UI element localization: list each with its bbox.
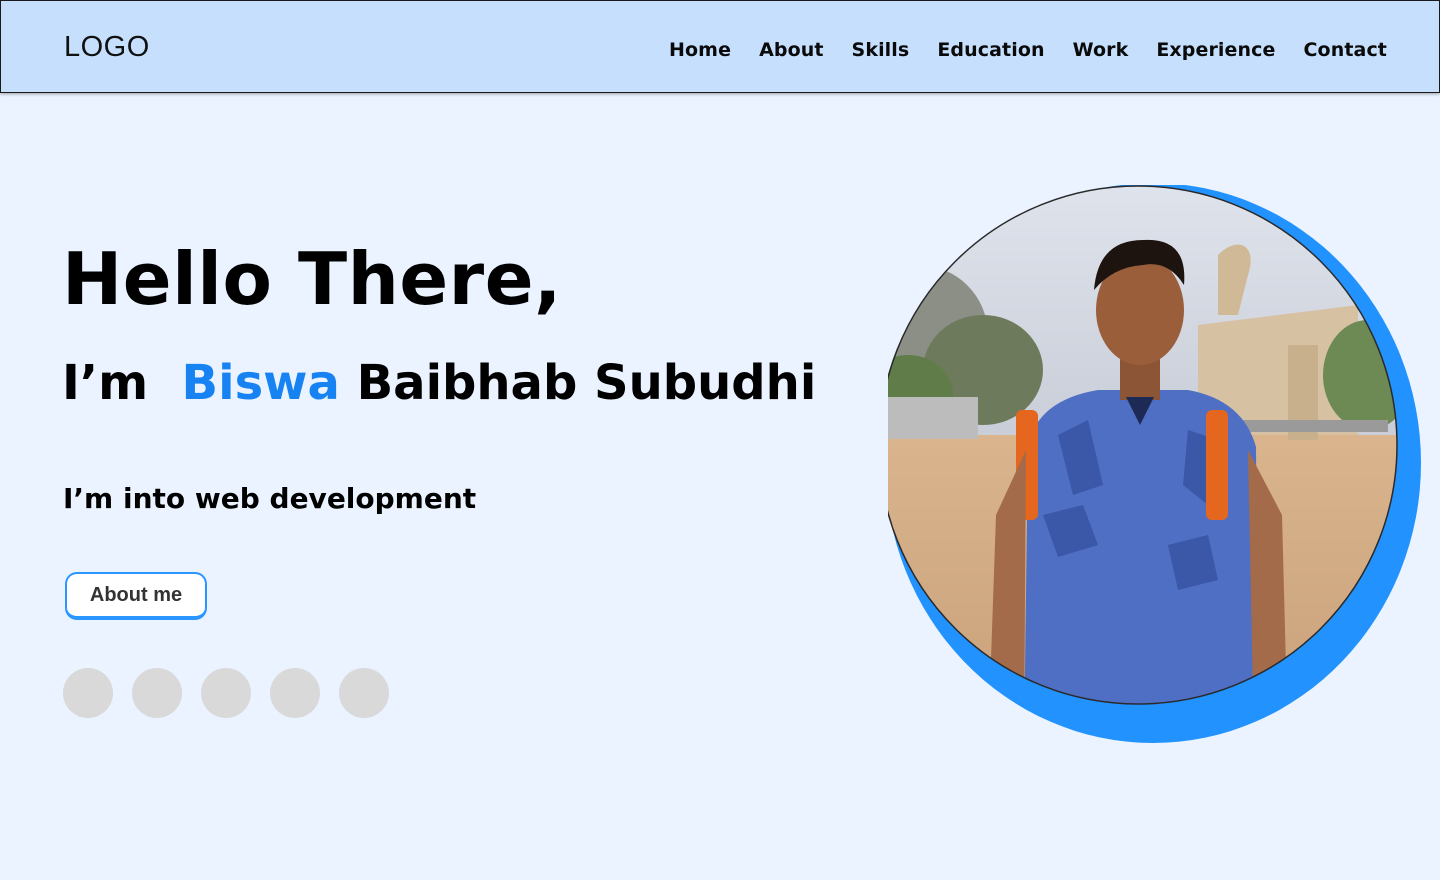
nav-link-experience[interactable]: Experience [1156, 39, 1275, 61]
about-me-button[interactable]: About me [65, 572, 207, 620]
social-link-5[interactable] [339, 668, 389, 718]
last-name: Baibhab Subudhi [356, 355, 817, 411]
nav-menu: Home About Skills Education Work Experie… [669, 39, 1387, 61]
social-link-2[interactable] [132, 668, 182, 718]
nav-link-skills[interactable]: Skills [852, 39, 910, 61]
top-navbar: LOGO Home About Skills Education Work Ex… [0, 0, 1440, 93]
hero-greeting: Hello There, [62, 237, 562, 321]
hero-tagline: I’m into web development [63, 482, 477, 515]
nav-link-home[interactable]: Home [669, 39, 731, 61]
social-link-4[interactable] [270, 668, 320, 718]
nav-link-contact[interactable]: Contact [1304, 39, 1387, 61]
first-name: Biswa [181, 355, 340, 411]
social-links [63, 668, 389, 718]
nav-link-work[interactable]: Work [1073, 39, 1129, 61]
nav-link-education[interactable]: Education [937, 39, 1044, 61]
profile-photo-frame [888, 185, 1421, 743]
nav-link-about[interactable]: About [759, 39, 823, 61]
social-link-1[interactable] [63, 668, 113, 718]
site-logo[interactable]: LOGO [64, 31, 150, 64]
hero-name: I’m Biswa Baibhab Subudhi [62, 359, 816, 407]
social-link-3[interactable] [201, 668, 251, 718]
intro-prefix: I’m [62, 355, 149, 411]
